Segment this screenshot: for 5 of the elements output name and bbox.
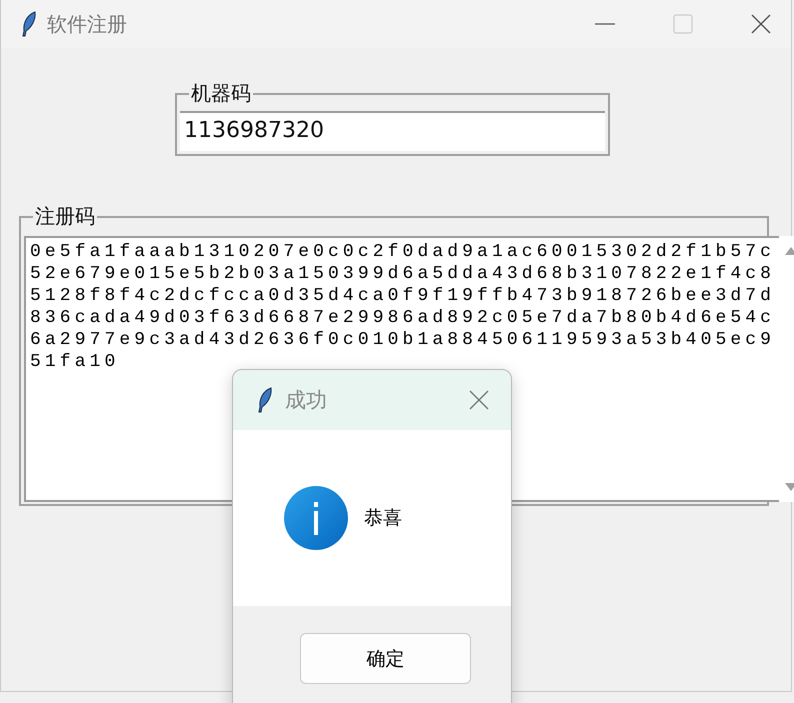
group-label: 注册码 xyxy=(33,204,97,228)
dialog-message: 恭喜 xyxy=(364,506,402,531)
window-title: 软件注册 xyxy=(47,10,127,38)
dialog-title: 成功 xyxy=(285,387,327,414)
group-label: 机器码 xyxy=(189,81,253,105)
